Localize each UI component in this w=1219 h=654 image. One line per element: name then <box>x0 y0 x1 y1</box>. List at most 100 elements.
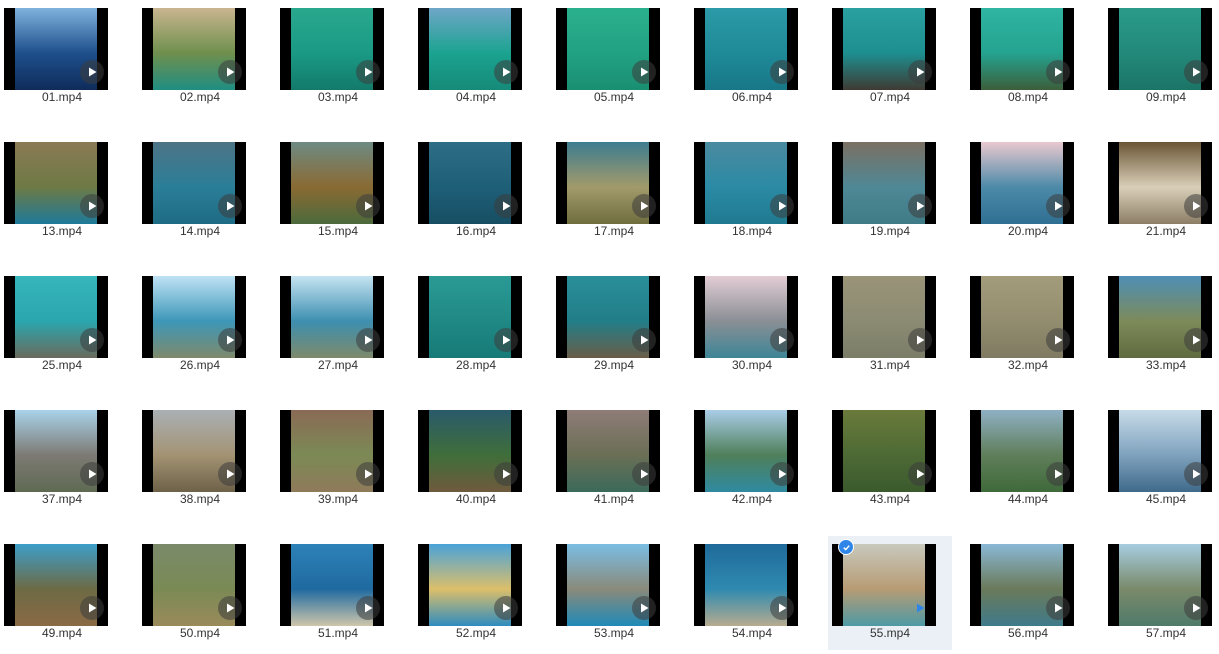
file-name-label: 40.mp4 <box>455 492 497 506</box>
video-thumbnail <box>418 410 522 492</box>
video-file-tile[interactable]: 15.mp4 <box>276 134 400 248</box>
play-icon <box>908 462 932 486</box>
video-file-tile[interactable]: 56.mp4 <box>966 536 1090 650</box>
play-icon <box>494 596 518 620</box>
video-file-tile[interactable]: 03.mp4 <box>276 0 400 114</box>
play-icon <box>494 462 518 486</box>
video-file-tile[interactable]: 18.mp4 <box>690 134 814 248</box>
video-file-tile[interactable]: 08.mp4 <box>966 0 1090 114</box>
file-name-label: 02.mp4 <box>179 90 221 104</box>
video-file-tile[interactable]: 16.mp4 <box>414 134 538 248</box>
video-file-tile[interactable]: 20.mp4 <box>966 134 1090 248</box>
video-file-tile[interactable]: 17.mp4 <box>552 134 676 248</box>
video-file-tile[interactable]: 45.mp4 <box>1104 402 1219 516</box>
file-name-label: 41.mp4 <box>593 492 635 506</box>
video-file-tile[interactable]: 55.mp4 <box>828 536 952 650</box>
file-name-label: 54.mp4 <box>731 626 773 640</box>
video-thumbnail <box>970 142 1074 224</box>
video-file-tile[interactable]: 05.mp4 <box>552 0 676 114</box>
video-file-tile[interactable]: 30.mp4 <box>690 268 814 382</box>
video-thumbnail <box>418 8 522 90</box>
play-icon <box>80 596 104 620</box>
video-file-tile[interactable]: 19.mp4 <box>828 134 952 248</box>
play-icon <box>494 60 518 84</box>
video-file-tile[interactable]: 50.mp4 <box>138 536 262 650</box>
video-file-tile[interactable]: 04.mp4 <box>414 0 538 114</box>
play-icon <box>632 462 656 486</box>
video-file-tile[interactable]: 52.mp4 <box>414 536 538 650</box>
video-file-tile[interactable]: 43.mp4 <box>828 402 952 516</box>
play-icon <box>356 596 380 620</box>
file-name-label: 17.mp4 <box>593 224 635 238</box>
file-name-label: 43.mp4 <box>869 492 911 506</box>
video-file-tile[interactable]: 49.mp4 <box>0 536 124 650</box>
video-thumbnail <box>1108 276 1212 358</box>
video-file-tile[interactable]: 06.mp4 <box>690 0 814 114</box>
video-file-tile[interactable]: 14.mp4 <box>138 134 262 248</box>
video-file-tile[interactable]: 57.mp4 <box>1104 536 1219 650</box>
play-icon <box>218 194 242 218</box>
video-file-tile[interactable]: 51.mp4 <box>276 536 400 650</box>
video-file-tile[interactable]: 09.mp4 <box>1104 0 1219 114</box>
video-file-tile[interactable]: 44.mp4 <box>966 402 1090 516</box>
video-file-tile[interactable]: 39.mp4 <box>276 402 400 516</box>
play-icon <box>908 596 932 620</box>
play-icon <box>218 60 242 84</box>
check-icon[interactable] <box>838 539 854 555</box>
video-thumbnail <box>832 544 936 626</box>
video-thumbnail <box>970 544 1074 626</box>
video-thumbnail <box>694 276 798 358</box>
video-file-tile[interactable]: 54.mp4 <box>690 536 814 650</box>
video-file-tile[interactable]: 40.mp4 <box>414 402 538 516</box>
video-thumbnail <box>4 8 108 90</box>
file-name-label: 53.mp4 <box>593 626 635 640</box>
video-file-tile[interactable]: 32.mp4 <box>966 268 1090 382</box>
play-icon <box>770 462 794 486</box>
video-thumbnail <box>556 276 660 358</box>
video-file-tile[interactable]: 01.mp4 <box>0 0 124 114</box>
file-name-label: 33.mp4 <box>1145 358 1187 372</box>
video-file-tile[interactable]: 33.mp4 <box>1104 268 1219 382</box>
play-icon <box>1184 194 1208 218</box>
file-name-label: 51.mp4 <box>317 626 359 640</box>
play-icon <box>1184 328 1208 352</box>
video-file-tile[interactable]: 28.mp4 <box>414 268 538 382</box>
video-file-tile[interactable]: 53.mp4 <box>552 536 676 650</box>
file-grid: 01.mp4 02.mp4 03.mp4 04.mp4 05.mp4 06.mp4 07.m… <box>0 0 1219 654</box>
video-thumbnail <box>280 544 384 626</box>
video-file-tile[interactable]: 21.mp4 <box>1104 134 1219 248</box>
play-icon <box>356 60 380 84</box>
play-icon <box>1046 328 1070 352</box>
video-file-tile[interactable]: 42.mp4 <box>690 402 814 516</box>
video-thumbnail <box>970 276 1074 358</box>
video-file-tile[interactable]: 25.mp4 <box>0 268 124 382</box>
file-name-label: 05.mp4 <box>593 90 635 104</box>
video-thumbnail <box>142 8 246 90</box>
video-file-tile[interactable]: 26.mp4 <box>138 268 262 382</box>
play-icon <box>80 328 104 352</box>
file-name-label: 30.mp4 <box>731 358 773 372</box>
file-name-label: 19.mp4 <box>869 224 911 238</box>
play-icon <box>1046 60 1070 84</box>
video-file-tile[interactable]: 29.mp4 <box>552 268 676 382</box>
video-file-tile[interactable]: 31.mp4 <box>828 268 952 382</box>
play-icon <box>494 194 518 218</box>
video-thumbnail <box>142 410 246 492</box>
video-file-tile[interactable]: 02.mp4 <box>138 0 262 114</box>
file-name-label: 55.mp4 <box>869 626 911 640</box>
video-file-tile[interactable]: 41.mp4 <box>552 402 676 516</box>
play-icon <box>632 60 656 84</box>
video-thumbnail <box>556 142 660 224</box>
play-icon <box>908 328 932 352</box>
video-file-tile[interactable]: 27.mp4 <box>276 268 400 382</box>
video-file-tile[interactable]: 07.mp4 <box>828 0 952 114</box>
video-file-tile[interactable]: 38.mp4 <box>138 402 262 516</box>
play-icon <box>356 462 380 486</box>
play-icon <box>80 60 104 84</box>
play-icon <box>770 194 794 218</box>
play-icon <box>770 60 794 84</box>
video-thumbnail <box>4 142 108 224</box>
video-file-tile[interactable]: 13.mp4 <box>0 134 124 248</box>
file-name-label: 38.mp4 <box>179 492 221 506</box>
video-file-tile[interactable]: 37.mp4 <box>0 402 124 516</box>
